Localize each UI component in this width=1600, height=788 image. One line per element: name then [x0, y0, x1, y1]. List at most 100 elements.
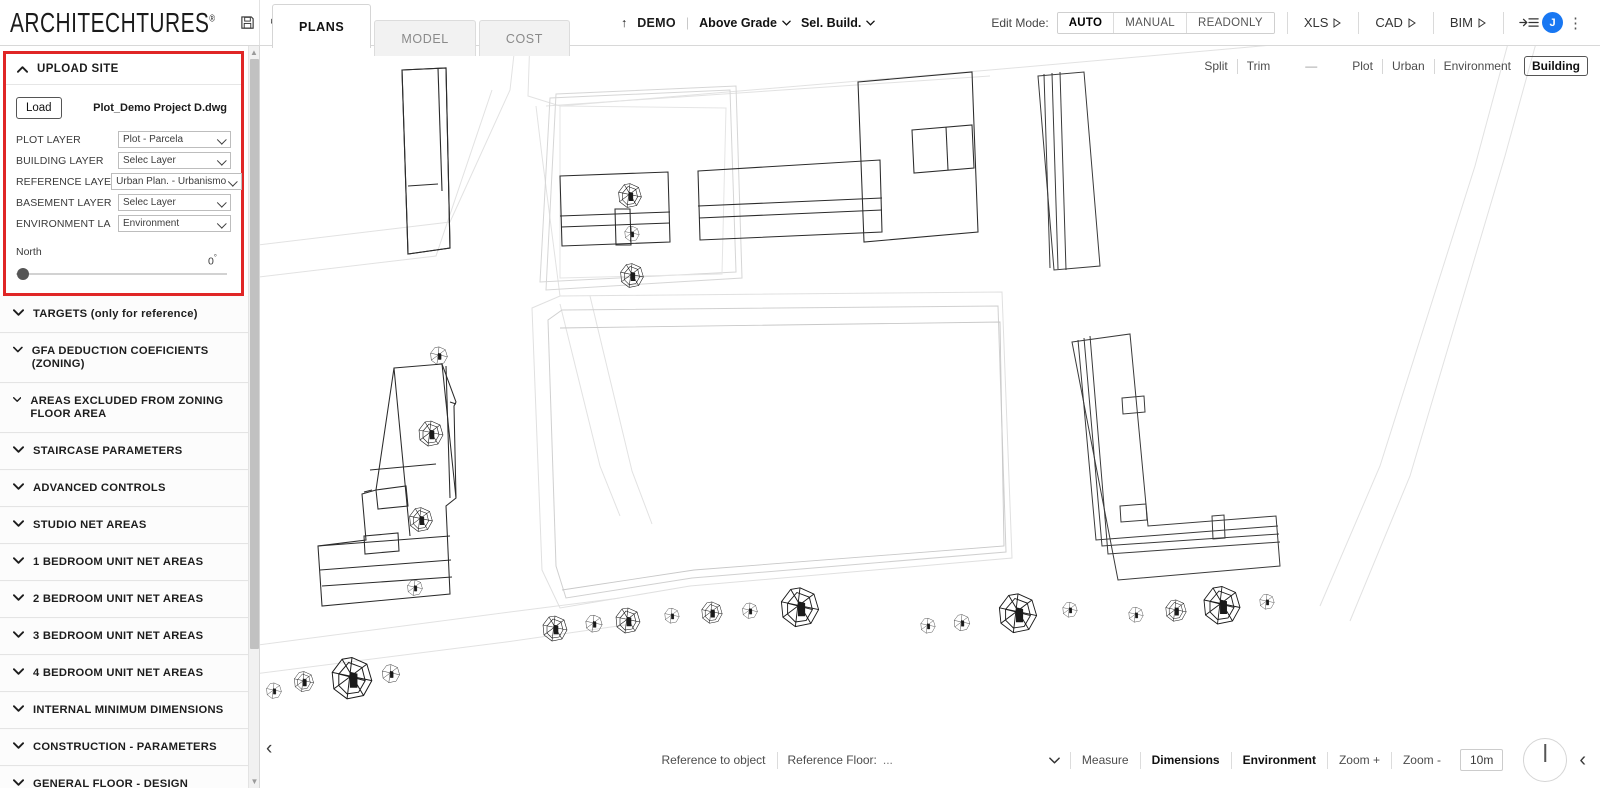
tree-icon — [1165, 599, 1187, 622]
sidebar-item-areas-excluded[interactable]: AREAS EXCLUDED FROM ZONING FLOOR AREA — [0, 382, 248, 433]
basement-layer-select[interactable]: Selec Layer — [118, 194, 231, 211]
edit-mode-readonly[interactable]: READONLY — [1187, 12, 1274, 33]
layer-plot-button[interactable]: Plot — [1343, 57, 1382, 75]
scroll-down-arrow-icon[interactable]: ▼ — [249, 775, 260, 788]
field-label-basement-layer: BASEMENT LAYER — [16, 196, 112, 209]
building-north-centre — [559, 171, 671, 247]
grade-selector[interactable]: Above Grade — [699, 16, 791, 30]
chevron-down-icon — [13, 667, 24, 675]
layer-environment-button[interactable]: Environment — [1435, 57, 1520, 75]
sidebar-item-targets[interactable]: TARGETS (only for reference) — [0, 296, 248, 333]
sidebar-item-3-bedroom-unit-net-areas[interactable]: 3 BEDROOM UNIT NET AREAS — [0, 617, 248, 655]
tab-plans[interactable]: PLANS — [272, 4, 372, 48]
more-options-icon[interactable]: ⋮ — [1563, 14, 1588, 32]
tree-row-east — [1128, 586, 1275, 625]
chevron-down-icon — [782, 20, 791, 26]
project-upload-arrow-icon[interactable]: ↑ — [621, 16, 627, 30]
sidebar-item-1-bedroom-unit-net-areas[interactable]: 1 BEDROOM UNIT NET AREAS — [0, 543, 248, 581]
chevron-down-icon — [13, 396, 22, 402]
sidebar-item-studio-net-areas[interactable]: STUDIO NET AREAS — [0, 506, 248, 544]
sidebar-scrollbar-thumb[interactable] — [250, 59, 259, 649]
export-bim-button[interactable]: BIM — [1446, 15, 1491, 30]
chevron-down-icon — [866, 20, 876, 26]
export-xls-button[interactable]: XLS — [1300, 15, 1347, 30]
tab-model[interactable]: MODEL — [374, 20, 476, 56]
north-rotation-control: North 0° — [16, 246, 231, 281]
play-triangle-icon — [1408, 17, 1416, 28]
collapse-left-panel-button[interactable]: ‹ — [266, 738, 272, 760]
sidebar-item-internal-minimum-dimensions[interactable]: INTERNAL MINIMUM DIMENSIONS — [0, 691, 248, 729]
layer-urban-button[interactable]: Urban — [1383, 57, 1434, 75]
north-slider[interactable] — [16, 267, 231, 281]
north-slider-knob[interactable] — [17, 268, 29, 280]
select-wrapper: Urban Plan. - Urbanismo — [111, 173, 243, 190]
load-button[interactable]: Load — [16, 97, 62, 119]
compass-needle — [1544, 744, 1547, 762]
play-triangle-icon — [1333, 17, 1342, 28]
grade-selector-label: Above Grade — [699, 15, 777, 30]
left-sidebar: UPLOAD SITE Load Plot_Demo Project D.dwg… — [0, 46, 260, 788]
sidebar-item-construction-parameters[interactable]: CONSTRUCTION - PARAMETERS — [0, 728, 248, 766]
sidebar-scrollbar[interactable]: ▲ ▼ — [248, 46, 259, 788]
project-name: DEMO — [637, 15, 676, 30]
upload-site-title: UPLOAD SITE — [37, 63, 119, 75]
chevron-down-icon — [13, 346, 23, 353]
tree-cluster-north — [618, 183, 644, 288]
building-selector[interactable]: Sel. Build. — [801, 16, 876, 30]
play-triangle-icon — [1478, 17, 1486, 28]
field-reference-layer: REFERENCE LAYE Urban Plan. - Urbanismo — [16, 173, 243, 190]
app-logo[interactable]: ARCHITECHTURES® — [10, 6, 215, 39]
reference-to-object-button[interactable]: Reference to object — [650, 750, 776, 770]
measure-button[interactable]: Measure — [1071, 750, 1140, 770]
dash-separator[interactable]: — — [1301, 57, 1321, 75]
trim-button[interactable]: Trim — [1238, 57, 1280, 75]
site-plan-canvas[interactable]: Split Trim — Plot Urban Environment Buil… — [260, 46, 1600, 788]
tree-icon-large — [998, 593, 1038, 634]
plot-layer-select[interactable]: Plot - Parcela — [118, 131, 231, 148]
sidebar-item-label: GFA DEDUCTION COEFICIENTS (ZONING) — [31, 345, 209, 370]
registered-mark: ® — [209, 12, 216, 24]
sidebar-item-label: AREAS EXCLUDED FROM ZONING FLOOR AREA — [30, 394, 224, 420]
sidebar-item-gfa-deduction-coeficients[interactable]: GFA DEDUCTION COEFICIENTS (ZONING) — [0, 333, 248, 383]
sidebar-item-general-floor-design[interactable]: GENERAL FLOOR - DESIGN — [0, 765, 248, 788]
tree-icon — [624, 226, 640, 242]
tab-cost[interactable]: COST — [478, 20, 570, 56]
export-cad-button[interactable]: CAD — [1371, 15, 1420, 30]
north-value-display: 0° — [208, 253, 217, 268]
sidebar-item-label: 3 BEDROOM UNIT NET AREAS — [33, 629, 204, 642]
divider — [1503, 11, 1504, 34]
zoom-in-button[interactable]: Zoom + — [1328, 750, 1391, 770]
sidebar-item-4-bedroom-unit-net-areas[interactable]: 4 BEDROOM UNIT NET AREAS — [0, 654, 248, 692]
scroll-up-arrow-icon[interactable]: ▲ — [249, 46, 259, 59]
avatar[interactable]: J — [1542, 12, 1563, 33]
layer-building-button[interactable]: Building — [1524, 56, 1588, 76]
edit-mode-auto[interactable]: AUTO — [1057, 12, 1115, 33]
site-plan-drawing — [260, 46, 1536, 700]
collapse-list-icon[interactable] — [1516, 12, 1542, 34]
reference-layer-select[interactable]: Urban Plan. - Urbanismo — [111, 173, 243, 190]
building-north-east — [697, 159, 883, 241]
building-layer-select[interactable]: Selec Layer — [118, 152, 231, 169]
split-button[interactable]: Split — [1195, 57, 1236, 75]
upload-site-panel: UPLOAD SITE Load Plot_Demo Project D.dwg… — [3, 51, 244, 296]
sidebar-item-2-bedroom-unit-net-areas[interactable]: 2 BEDROOM UNIT NET AREAS — [0, 580, 248, 618]
tree-icon — [1259, 594, 1275, 610]
environment-button[interactable]: Environment — [1232, 750, 1327, 770]
zoom-out-button[interactable]: Zoom - — [1392, 750, 1452, 770]
dimensions-button[interactable]: Dimensions — [1141, 750, 1231, 770]
scale-indicator[interactable]: 10m — [1459, 749, 1504, 771]
sidebar-item-staircase-parameters[interactable]: STAIRCASE PARAMETERS — [0, 432, 248, 470]
sidebar-item-advanced-controls[interactable]: ADVANCED CONTROLS — [0, 469, 248, 507]
divider — [1358, 11, 1360, 34]
plot-boundary-outer — [532, 106, 998, 338]
upload-site-header[interactable]: UPLOAD SITE — [6, 54, 241, 85]
environment-layer-select[interactable]: Environment — [118, 215, 231, 232]
edit-mode-manual[interactable]: MANUAL — [1114, 12, 1188, 33]
collapse-right-panel-button[interactable]: ‹ — [1575, 749, 1596, 772]
upload-site-body: Load Plot_Demo Project D.dwg PLOT LAYER … — [6, 85, 243, 293]
reference-floor-selector[interactable]: Reference Floor: ... — [778, 750, 1070, 770]
chevron-down-icon — [13, 778, 24, 786]
compass-icon[interactable] — [1523, 738, 1568, 782]
sidebar-item-label: 4 BEDROOM UNIT NET AREAS — [33, 666, 204, 679]
save-icon[interactable] — [240, 12, 255, 34]
